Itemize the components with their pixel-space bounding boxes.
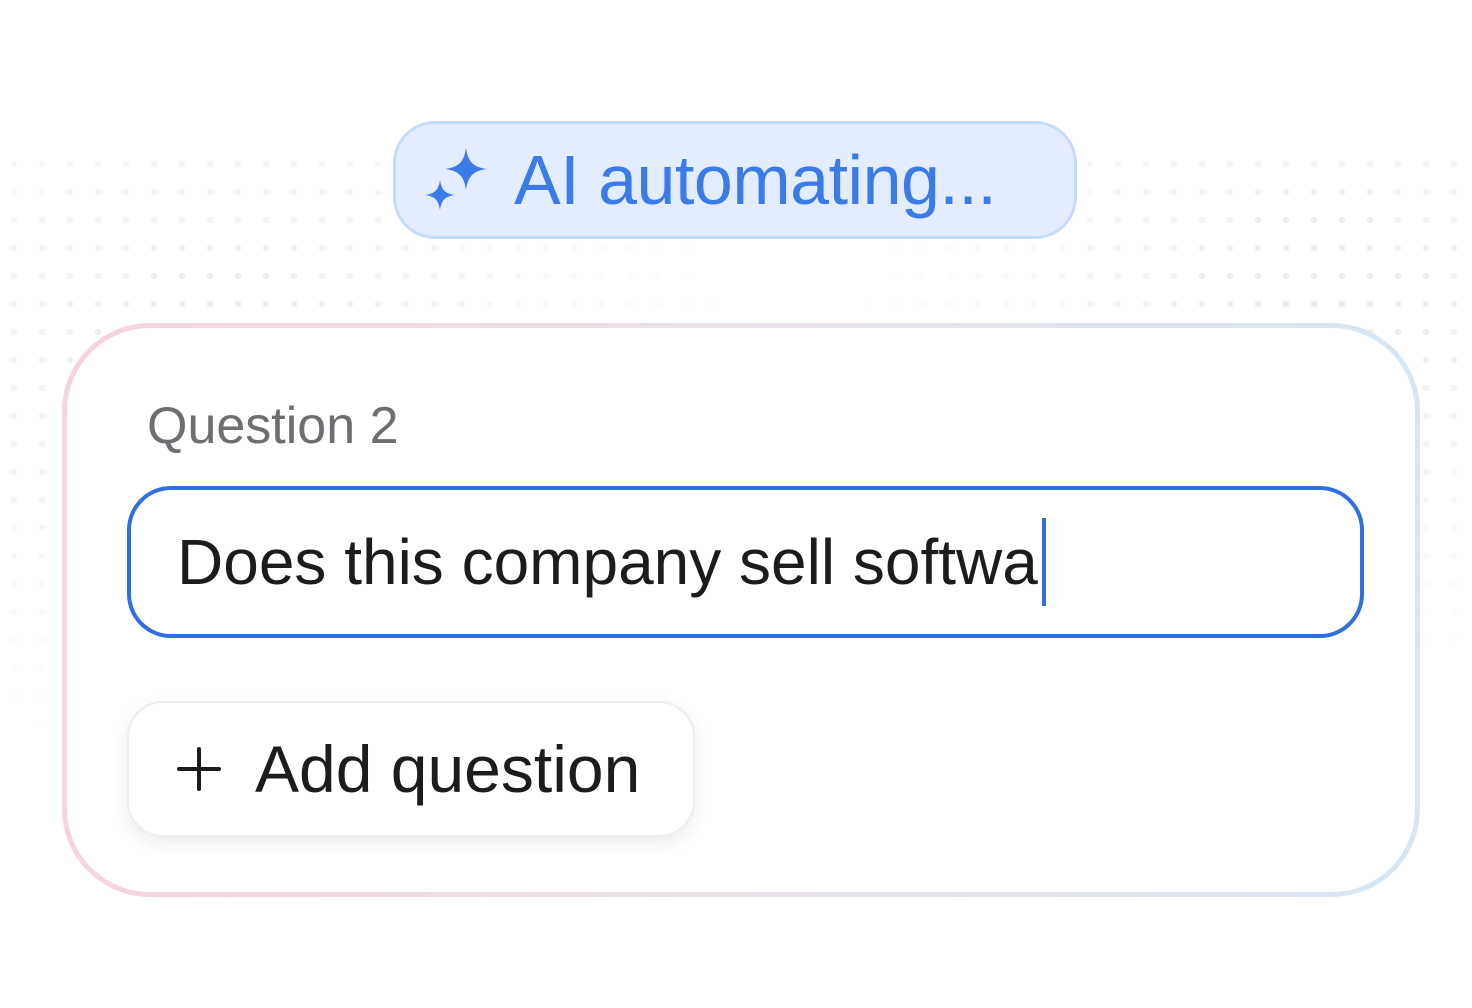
sparkle-icon bbox=[425, 148, 487, 210]
question-input-value[interactable]: Does this company sell softwa bbox=[177, 530, 1038, 594]
text-caret bbox=[1041, 518, 1046, 606]
plus-icon bbox=[177, 747, 221, 791]
question-card-body: Question 2 Does this company sell softwa… bbox=[67, 328, 1415, 892]
question-input[interactable]: Does this company sell softwa bbox=[127, 486, 1364, 638]
add-question-button[interactable]: Add question bbox=[127, 701, 695, 837]
question-label: Question 2 bbox=[147, 397, 399, 455]
ai-status-text: AI automating... bbox=[514, 141, 997, 219]
add-question-label: Add question bbox=[255, 732, 641, 806]
ai-status-pill: AI automating... bbox=[393, 121, 1077, 239]
question-card: Question 2 Does this company sell softwa… bbox=[62, 323, 1420, 897]
